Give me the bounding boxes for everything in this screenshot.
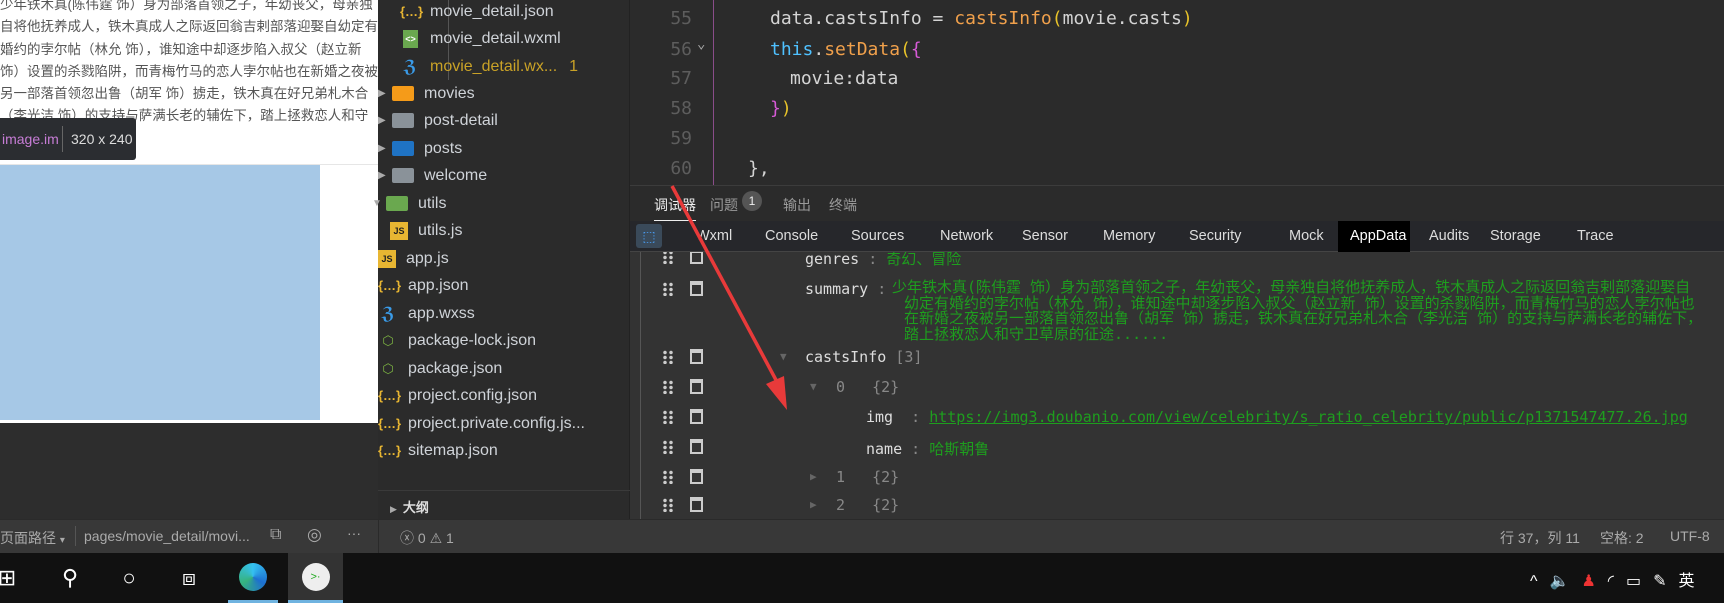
- battery-icon: ▭: [1625, 573, 1654, 590]
- more-icon[interactable]: ···: [347, 525, 361, 541]
- divider: [378, 520, 379, 554]
- task-view-icon[interactable]: ⧈: [164, 553, 214, 603]
- copy-icon[interactable]: ⧉: [270, 526, 281, 544]
- status-bar: 页面路径 ▾ pages/movie_detail/movi... ⧉ ◎ ··…: [0, 519, 1724, 554]
- warning-icon: ⚠: [429, 530, 443, 546]
- page-path: pages/movie_detail/movi...: [84, 528, 250, 544]
- problems-indicator[interactable]: ⓧ 0 ⚠ 1: [400, 528, 454, 548]
- wifi-icon: ◜: [1607, 573, 1626, 590]
- windows-taskbar: ⊞ ⚲ ○ ⧈ >· ^🔈♟◜▭✎英: [0, 553, 1724, 603]
- volume-icon: 🔈: [1549, 573, 1582, 590]
- chevron-down-icon: ▾: [59, 535, 65, 546]
- windows-start-icon[interactable]: ⊞: [0, 553, 32, 603]
- wechat-devtools-icon[interactable]: >·: [288, 553, 343, 603]
- pen-icon: ✎: [1653, 573, 1679, 590]
- encoding[interactable]: UTF-8: [1670, 528, 1710, 544]
- chevron-up-icon: ^: [1530, 573, 1550, 590]
- ime-indicator: 英: [1678, 573, 1707, 590]
- cortana-icon[interactable]: ○: [104, 553, 154, 603]
- eye-icon[interactable]: ◎: [307, 525, 322, 545]
- red-annotation-arrow: [670, 185, 787, 410]
- error-icon: ⓧ: [400, 530, 414, 546]
- divider: [75, 526, 76, 546]
- edge-browser-icon[interactable]: [228, 553, 278, 603]
- cursor-position[interactable]: 行 37，列 11: [1500, 528, 1580, 548]
- qq-icon: ♟: [1581, 573, 1608, 590]
- search-icon[interactable]: ⚲: [45, 553, 95, 603]
- page-path-dropdown[interactable]: 页面路径 ▾: [0, 528, 65, 548]
- indentation[interactable]: 空格: 2: [1600, 528, 1644, 548]
- system-tray[interactable]: ^🔈♟◜▭✎英: [1530, 567, 1707, 591]
